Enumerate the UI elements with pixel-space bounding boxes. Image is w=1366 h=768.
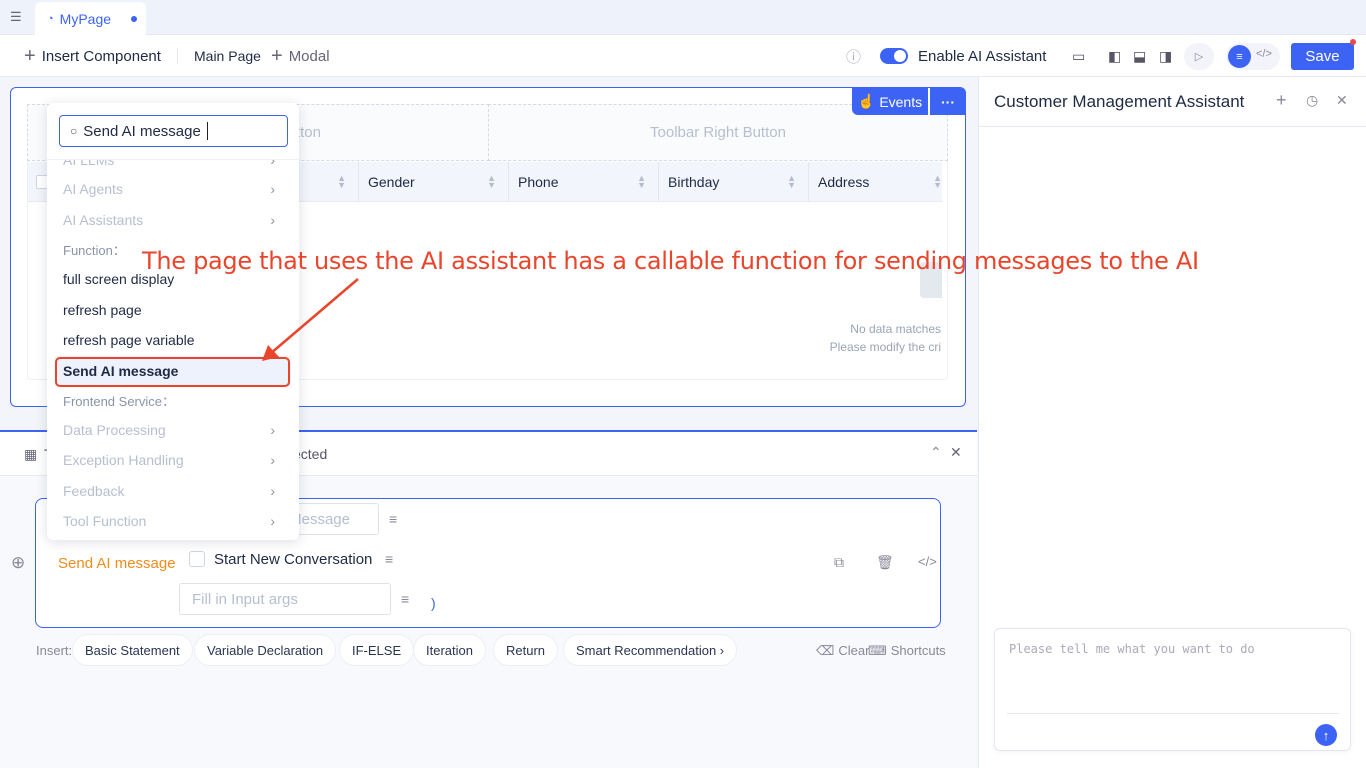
annotation-arrow [262, 278, 359, 361]
annotation-text: The page that uses the AI assistant has … [142, 247, 1199, 275]
arrow-line [269, 278, 359, 355]
